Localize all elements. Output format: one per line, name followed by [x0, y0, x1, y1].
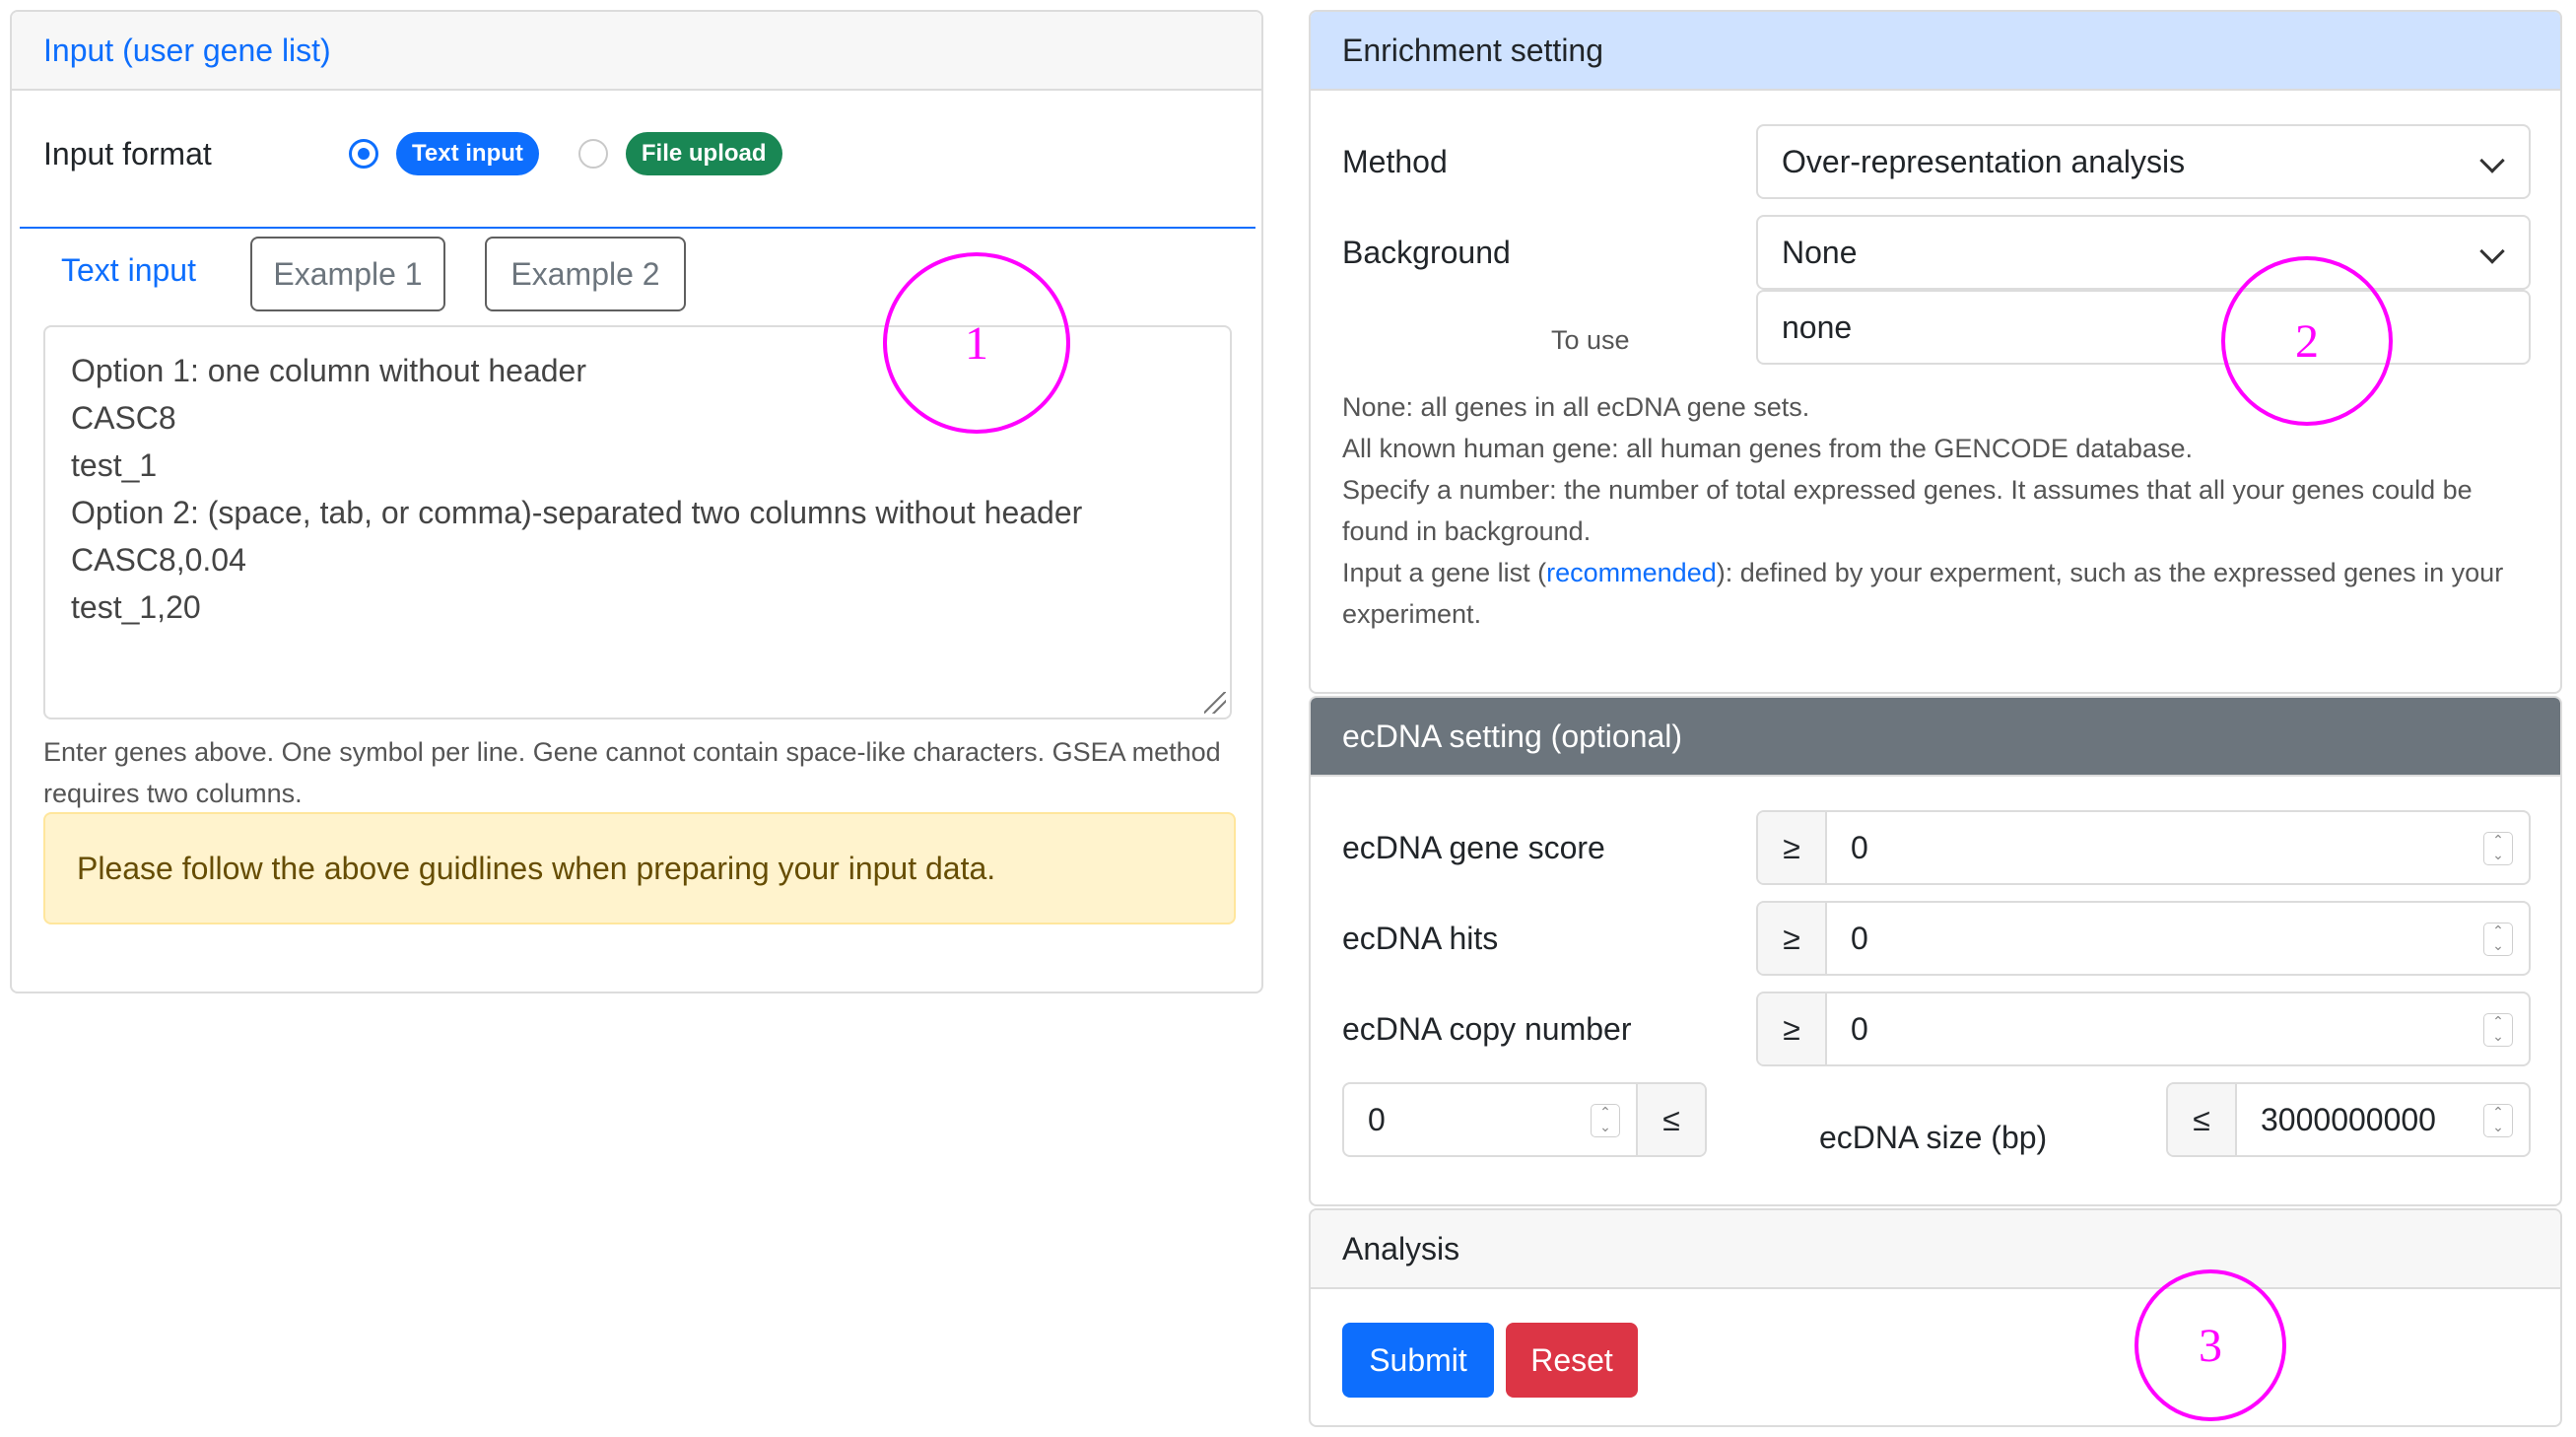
desc-line: All known human gene: all human genes fr… [1342, 434, 2193, 463]
tab-divider [20, 227, 1255, 229]
hits-label: ecDNA hits [1342, 921, 1499, 956]
size-max-value: 3000000000 [2261, 1101, 2436, 1137]
tab-text-input[interactable]: Text input [61, 252, 196, 289]
le-addon: ≤ [2168, 1084, 2237, 1155]
example-1-button[interactable]: Example 1 [250, 237, 445, 311]
annotation-circle-2: 2 [2221, 256, 2393, 426]
hits-value: 0 [1851, 920, 1868, 956]
analysis-card: Analysis Submit Reset [1309, 1208, 2562, 1427]
background-select-value: None [1782, 234, 1858, 270]
size-max-group: ≤ 3000000000 ⌃ ⌄ [2166, 1082, 2531, 1157]
textarea-line: Option 2: (space, tab, or comma)-separat… [71, 495, 1083, 530]
file-upload-radio[interactable] [577, 139, 608, 169]
copy-number-group: ≥ 0 ⌃ ⌄ [1756, 992, 2531, 1066]
input-help-text: Enter genes above. One symbol per line. … [43, 737, 1221, 808]
enrichment-card-header: Enrichment setting [1311, 12, 2560, 91]
input-card: Input (user gene list) Input format Text… [10, 10, 1263, 993]
annotation-circle-1: 1 [883, 252, 1070, 434]
le-addon: ≤ [1636, 1084, 1705, 1155]
recommended-link[interactable]: recommended [1546, 558, 1717, 587]
file-upload-pill[interactable]: File upload [625, 132, 782, 175]
ecdna-card-header: ecDNA setting (optional) [1311, 698, 2560, 777]
input-card-header: Input (user gene list) [12, 12, 1261, 91]
example-2-button[interactable]: Example 2 [485, 237, 686, 311]
spinner-arrows-icon[interactable]: ⌃ ⌄ [2483, 923, 2513, 956]
chevron-down-icon [2479, 239, 2505, 264]
textarea-line: CASC8,0.04 [71, 542, 246, 578]
chevron-down-icon [2479, 148, 2505, 173]
size-label: ecDNA size (bp) [1819, 1120, 2048, 1155]
ge-addon: ≥ [1758, 812, 1827, 883]
resize-grip-icon[interactable] [1204, 692, 1226, 714]
text-input-pill[interactable]: Text input [396, 132, 539, 175]
method-select[interactable]: Over-representation analysis [1756, 124, 2531, 199]
submit-button[interactable]: Submit [1342, 1323, 1494, 1398]
to-use-input[interactable]: none [1756, 290, 2531, 365]
input-format-row: Input format Text input File upload [43, 132, 822, 175]
desc-line: Specify a number: the number of total ex… [1342, 475, 2473, 546]
copy-number-value: 0 [1851, 1010, 1868, 1047]
copy-number-input[interactable]: 0 ⌃ ⌄ [1827, 993, 2529, 1064]
reset-button[interactable]: Reset [1506, 1323, 1638, 1398]
copy-number-label: ecDNA copy number [1342, 1011, 1632, 1047]
text-input-radio[interactable] [349, 139, 378, 169]
size-min-value: 0 [1368, 1101, 1386, 1137]
guideline-alert: Please follow the above guidlines when p… [43, 812, 1236, 924]
method-select-value: Over-representation analysis [1782, 143, 2186, 179]
gene-score-value: 0 [1851, 829, 1868, 865]
to-use-label: To use [1551, 325, 1630, 355]
ge-addon: ≥ [1758, 993, 1827, 1064]
size-min-input[interactable]: 0 ⌃ ⌄ [1344, 1084, 1636, 1155]
background-label: Background [1342, 235, 1511, 270]
textarea-line: test_1,20 [71, 589, 201, 625]
to-use-value: none [1782, 308, 1853, 345]
ge-addon: ≥ [1758, 903, 1827, 974]
spinner-arrows-icon[interactable]: ⌃ ⌄ [2483, 832, 2513, 865]
textarea-line: test_1 [71, 447, 158, 483]
ecdna-card: ecDNA setting (optional) ecDNA gene scor… [1309, 696, 2562, 1206]
desc-line: Input a gene list (recommended): defined… [1342, 552, 2544, 635]
spinner-arrows-icon[interactable]: ⌃ ⌄ [2483, 1013, 2513, 1047]
gene-score-group: ≥ 0 ⌃ ⌄ [1756, 810, 2531, 885]
size-max-input[interactable]: 3000000000 ⌃ ⌄ [2237, 1084, 2529, 1155]
background-description: None: all genes in all ecDNA gene sets. … [1342, 386, 2544, 635]
hits-input[interactable]: 0 ⌃ ⌄ [1827, 903, 2529, 974]
annotation-circle-3: 3 [2135, 1269, 2286, 1421]
input-format-label: Input format [43, 135, 212, 171]
hits-group: ≥ 0 ⌃ ⌄ [1756, 901, 2531, 976]
spinner-arrows-icon[interactable]: ⌃ ⌄ [2483, 1104, 2513, 1137]
background-select[interactable]: None [1756, 215, 2531, 290]
desc-line-pre: Input a gene list ( [1342, 558, 1547, 587]
gene-score-label: ecDNA gene score [1342, 830, 1605, 865]
spinner-arrows-icon[interactable]: ⌃ ⌄ [1591, 1104, 1620, 1137]
analysis-card-header: Analysis [1311, 1210, 2560, 1289]
method-label: Method [1342, 144, 1448, 179]
size-min-group: 0 ⌃ ⌄ ≤ [1342, 1082, 1707, 1157]
gene-score-input[interactable]: 0 ⌃ ⌄ [1827, 812, 2529, 883]
